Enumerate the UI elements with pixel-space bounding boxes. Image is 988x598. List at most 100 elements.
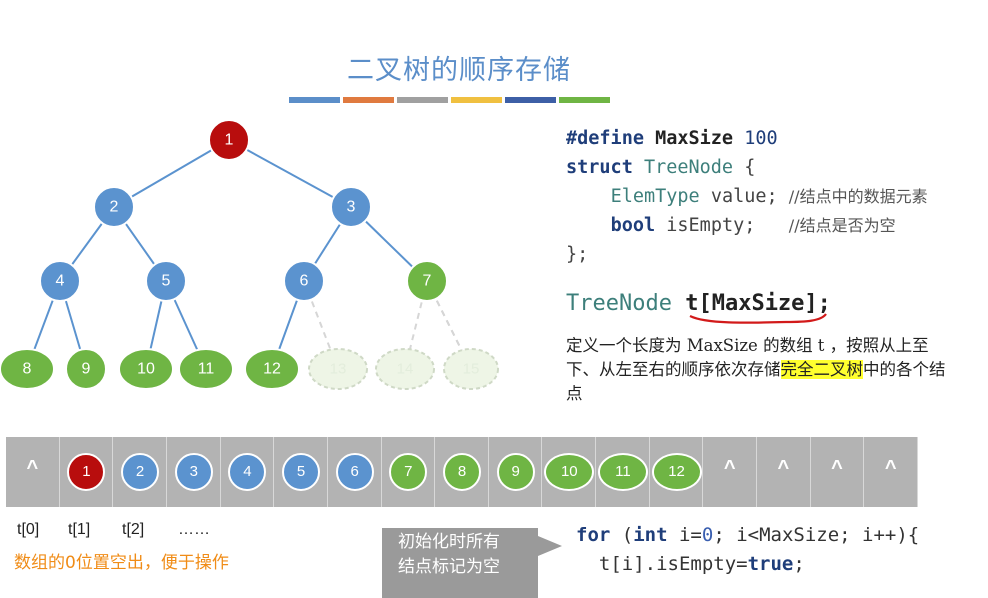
tree-node-15: 15 bbox=[443, 348, 499, 390]
tree-node-4: 4 bbox=[39, 260, 81, 302]
array-cell-5: 5 bbox=[274, 437, 328, 507]
struct-definition-code: #define MaxSize 100 struct TreeNode { El… bbox=[566, 124, 928, 269]
title-bar-4 bbox=[451, 97, 502, 103]
tree-node-3: 3 bbox=[330, 186, 372, 228]
array-node-11: 11 bbox=[597, 453, 648, 491]
array-cell-15: ^ bbox=[811, 437, 865, 507]
field1-name: value; bbox=[710, 186, 778, 207]
array-description: 定义一个长度为 MaxSize 的数组 t ，按照从上至下、从左至右的顺序依次存… bbox=[566, 334, 946, 406]
tree-node-5: 5 bbox=[145, 260, 187, 302]
struct-close: }; bbox=[566, 244, 589, 265]
loop-body-end: ; bbox=[793, 553, 805, 575]
array-node-12: 12 bbox=[651, 453, 702, 491]
tree-node-10: 10 bbox=[118, 348, 174, 390]
array-cell-0: ^ bbox=[6, 437, 60, 507]
true-keyword: true bbox=[747, 553, 794, 575]
tree-node-label-9: 9 bbox=[82, 361, 91, 378]
loop-body: t[i].isEmpty= bbox=[576, 553, 748, 575]
tree-node-1: 1 bbox=[208, 119, 250, 161]
tree-node-label-10: 10 bbox=[137, 361, 155, 378]
array-cell-13: ^ bbox=[703, 437, 758, 507]
empty-slot-marker: ^ bbox=[777, 457, 790, 479]
tree-node-label-2: 2 bbox=[110, 199, 119, 216]
tree-node-11: 11 bbox=[178, 348, 234, 390]
array-cell-4: 4 bbox=[221, 437, 275, 507]
array-node-10: 10 bbox=[544, 453, 595, 491]
array-cell-8: 8 bbox=[435, 437, 489, 507]
index-label-t0: t[0] bbox=[17, 521, 40, 538]
define-value: 100 bbox=[744, 128, 778, 149]
array-cell-11: 11 bbox=[596, 437, 650, 507]
define-name: MaxSize bbox=[655, 128, 734, 149]
description-highlight: 完全二叉树 bbox=[780, 360, 863, 379]
index-label-t1: t[1] bbox=[68, 521, 91, 538]
tree-node-7: 7 bbox=[406, 260, 448, 302]
tree-node-label-3: 3 bbox=[347, 199, 356, 216]
array-node-6: 6 bbox=[335, 453, 374, 491]
field2-type: bool bbox=[610, 215, 656, 236]
array-cell-10: 10 bbox=[542, 437, 597, 507]
struct-keyword: struct bbox=[566, 157, 633, 178]
for-keyword: for bbox=[576, 524, 611, 546]
array-node-4: 4 bbox=[228, 453, 267, 491]
zero-slot-note: 数组的0位置空出，便于操作 bbox=[14, 553, 229, 573]
init-callout: 初始化时所有 结点标记为空 bbox=[382, 528, 538, 598]
callout-line-1: 初始化时所有 bbox=[398, 532, 500, 552]
empty-slot-marker: ^ bbox=[26, 457, 39, 479]
loop-init: i= bbox=[667, 524, 702, 546]
define-keyword: #define bbox=[566, 128, 644, 149]
int-keyword: int bbox=[633, 524, 668, 546]
title-bar-6 bbox=[559, 97, 610, 103]
title-bar-3 bbox=[397, 97, 448, 103]
array-node-2: 2 bbox=[121, 453, 160, 491]
array-cell-6: 6 bbox=[328, 437, 382, 507]
page-title: 二叉树的顺序存储 bbox=[347, 55, 571, 86]
array-node-9: 9 bbox=[496, 453, 535, 491]
red-underline-annotation bbox=[689, 313, 827, 324]
tree-node-label-15: 15 bbox=[463, 361, 480, 378]
tree-node-2: 2 bbox=[93, 186, 135, 228]
index-label-t2: t[2] bbox=[122, 521, 145, 538]
empty-slot-marker: ^ bbox=[884, 457, 897, 479]
sequential-array-bar: ^ 1 2 3 4 5 6 7 8 9 10 11 12 ^ ^ ^ ^ bbox=[6, 437, 918, 507]
tree-node-13: 13 bbox=[308, 348, 368, 390]
array-node-8: 8 bbox=[442, 453, 481, 491]
title-bar-2 bbox=[343, 97, 394, 103]
array-node-5: 5 bbox=[282, 453, 321, 491]
empty-slot-marker: ^ bbox=[723, 457, 736, 479]
tree-node-14: 14 bbox=[375, 348, 435, 390]
field1-comment: //结点中的数据元素 bbox=[788, 187, 928, 206]
index-label-ellipsis: …… bbox=[178, 521, 210, 538]
tree-node-label-1: 1 bbox=[225, 132, 234, 149]
tree-node-label-5: 5 bbox=[162, 273, 171, 290]
field1-type: ElemType bbox=[610, 186, 700, 207]
tree-node-label-12: 12 bbox=[263, 361, 281, 378]
array-cell-16: ^ bbox=[864, 437, 918, 507]
tree-node-9: 9 bbox=[65, 348, 107, 390]
array-node-3: 3 bbox=[174, 453, 213, 491]
decl-type: TreeNode bbox=[566, 291, 672, 316]
tree-node-label-13: 13 bbox=[330, 361, 347, 378]
tree-node-label-4: 4 bbox=[56, 273, 65, 290]
empty-slot-marker: ^ bbox=[831, 457, 843, 479]
title-bar-5 bbox=[505, 97, 556, 103]
loop-paren: ( bbox=[610, 524, 634, 546]
tree-node-label-8: 8 bbox=[23, 361, 32, 378]
tree-node-label-11: 11 bbox=[198, 361, 215, 378]
array-cell-7: 7 bbox=[382, 437, 436, 507]
array-node-7: 7 bbox=[389, 453, 428, 491]
tree-node-12: 12 bbox=[244, 348, 300, 390]
callout-line-2: 结点标记为空 bbox=[398, 557, 500, 577]
title-decoration bbox=[289, 97, 610, 103]
array-cell-2: 2 bbox=[113, 437, 167, 507]
tree-node-6: 6 bbox=[283, 260, 325, 302]
loop-condition: ; i<MaxSize; i++){ bbox=[713, 524, 920, 546]
title-bar-1 bbox=[289, 97, 340, 103]
array-cell-1: 1 bbox=[60, 437, 114, 507]
field2-name: isEmpty; bbox=[666, 215, 756, 236]
struct-name: TreeNode bbox=[643, 157, 734, 178]
binary-tree-diagram: 12 34 5 6 78 9 10 11 12 13 14 15 bbox=[0, 119, 499, 390]
open-brace: { bbox=[744, 157, 756, 178]
loop-zero: 0 bbox=[701, 524, 714, 546]
array-cell-3: 3 bbox=[167, 437, 221, 507]
